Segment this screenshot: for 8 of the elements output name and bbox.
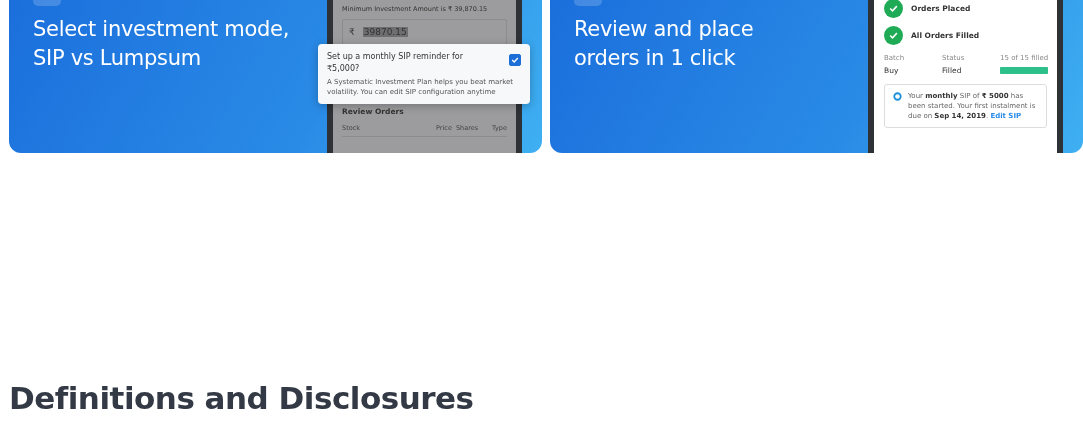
- card-title: Select investment mode, SIP vs Lumpsum: [33, 16, 290, 72]
- card-title: Review and place orders in 1 click: [574, 16, 754, 72]
- section-heading: Definitions and Disclosures: [8, 380, 475, 416]
- checkbox[interactable]: [509, 54, 521, 66]
- popup-question: Set up a monthly SIP reminder for ₹5,000?: [327, 51, 465, 75]
- radio-icon: [893, 92, 902, 101]
- currency-symbol: ₹: [349, 27, 355, 37]
- amount-value: 39870.15: [362, 27, 408, 37]
